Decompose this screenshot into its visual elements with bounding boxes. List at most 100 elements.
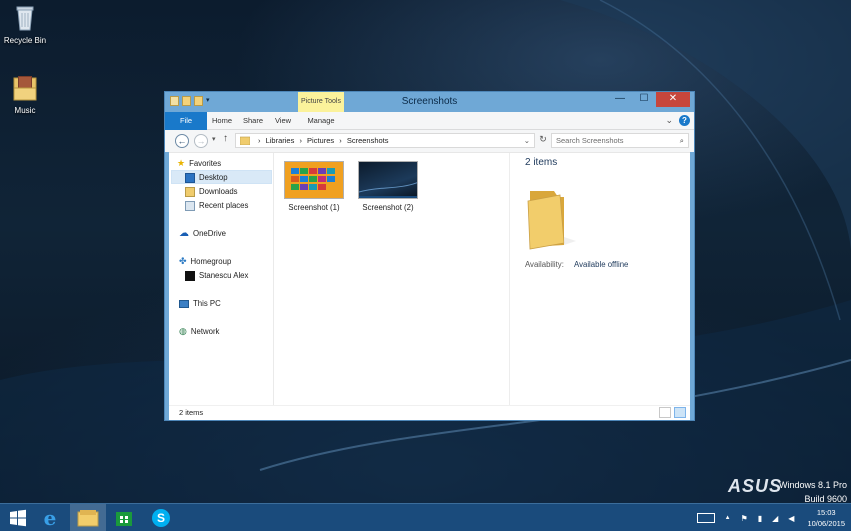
address-history-chevron-icon[interactable]: ⌄ <box>524 134 530 147</box>
nav-label: Network <box>190 327 220 336</box>
user-avatar <box>185 270 195 281</box>
nav-onedrive[interactable]: ☁ OneDrive <box>179 227 226 240</box>
file-item[interactable]: Screenshot (1) <box>283 161 345 212</box>
availability-label: Availability: <box>525 260 564 269</box>
view-toggle <box>659 407 686 418</box>
nav-downloads[interactable]: Downloads <box>185 185 238 198</box>
file-explorer-icon <box>77 510 99 527</box>
asus-logo: ASUS <box>728 476 783 496</box>
file-name: Screenshot (1) <box>288 203 340 212</box>
battery-icon[interactable]: ▮ <box>758 514 762 523</box>
recent-places-icon <box>185 200 195 211</box>
ribbon-right-controls: ⌄ ? <box>665 115 690 126</box>
clock-date: 10/06/2015 <box>807 519 845 528</box>
breadcrumb-separator: › <box>339 136 342 145</box>
taskbar-store[interactable] <box>106 504 142 531</box>
title-bar[interactable]: ▾ Picture Tools Screenshots — ☐ ✕ <box>165 92 694 112</box>
desktop-icon-recycle-bin[interactable]: Recycle Bin <box>0 2 55 45</box>
status-bar: 2 items <box>169 405 690 420</box>
nav-favorites[interactable]: ★ Favorites <box>177 157 221 170</box>
minimize-button[interactable]: — <box>608 92 632 107</box>
details-pane: 2 items Availability: Available offline <box>509 153 690 405</box>
search-icon[interactable]: ⌕ <box>680 134 684 147</box>
nav-this-pc[interactable]: This PC <box>179 297 221 310</box>
content-area: ★ Favorites Desktop Downloads Recent pla… <box>169 152 690 405</box>
breadcrumb-libraries[interactable]: Libraries <box>266 136 295 145</box>
maximize-button[interactable]: ☐ <box>632 92 656 107</box>
breadcrumb-pictures[interactable]: Pictures <box>307 136 334 145</box>
keyboard-icon[interactable] <box>696 513 715 523</box>
nav-label: Stanescu Alex <box>199 271 249 280</box>
taskbar-skype[interactable]: S <box>143 504 179 531</box>
skype-icon: S <box>152 509 170 527</box>
recent-locations-icon[interactable]: ▾ <box>212 135 216 143</box>
help-icon[interactable]: ? <box>679 115 690 126</box>
recycle-bin-icon <box>16 6 34 31</box>
system-tray: ▲ ⚑ ▮ ◢ ◀ 15:03 10/06/2015 <box>692 504 851 531</box>
taskbar: e S ▲ ⚑ ▮ ◢ ◀ 15:03 10/06/2015 <box>0 503 851 531</box>
music-folder-icon <box>13 76 37 101</box>
network-icon: ◍ <box>179 326 187 336</box>
details-view-button[interactable] <box>659 407 671 418</box>
desktop-icon-music[interactable]: Music <box>0 72 55 115</box>
back-button[interactable]: ← <box>175 134 189 148</box>
desktop-icon <box>185 172 195 183</box>
nav-recent-places[interactable]: Recent places <box>185 199 248 212</box>
tab-home[interactable]: Home <box>209 112 235 130</box>
computer-icon <box>179 299 189 308</box>
availability-row: Availability: Available offline <box>525 260 628 269</box>
search-placeholder: Search Screenshots <box>556 136 624 145</box>
star-icon: ★ <box>177 158 186 168</box>
thumbnail-start-screen <box>284 161 344 199</box>
start-button[interactable] <box>0 504 36 531</box>
tab-view[interactable]: View <box>271 112 295 130</box>
taskbar-internet-explorer[interactable]: e <box>32 504 68 531</box>
taskbar-file-explorer[interactable] <box>70 504 106 531</box>
file-item[interactable]: Screenshot (2) <box>357 161 419 212</box>
desktop-icon-label: Music <box>14 106 36 115</box>
expand-ribbon-icon[interactable]: ⌄ <box>665 115 673 126</box>
large-folder-icon <box>527 191 576 250</box>
tab-manage[interactable]: Manage <box>305 112 337 130</box>
windows-logo-icon <box>10 509 26 527</box>
large-icons-view-button[interactable] <box>674 407 686 418</box>
close-button[interactable]: ✕ <box>656 92 690 107</box>
nav-label: Downloads <box>199 187 238 196</box>
tab-share[interactable]: Share <box>239 112 267 130</box>
breadcrumb-screenshots[interactable]: Screenshots <box>347 136 389 145</box>
nav-label: Recent places <box>199 201 249 210</box>
os-name: Windows 8.1 Pro <box>778 480 847 490</box>
nav-network[interactable]: ◍ Network <box>179 325 219 338</box>
up-arrow-icon[interactable]: ↑ <box>223 133 228 144</box>
show-hidden-icons-button[interactable]: ▲ <box>725 515 731 521</box>
folder-icon <box>240 136 250 145</box>
nav-homegroup[interactable]: ✤ Homegroup <box>179 255 231 268</box>
status-item-count: 2 items <box>179 408 204 417</box>
cloud-icon: ☁ <box>179 228 189 239</box>
address-input[interactable]: › Libraries › Pictures › Screenshots ⌄ <box>235 133 535 148</box>
nav-label: Homegroup <box>190 257 232 266</box>
ribbon-tabs: File Home Share View Manage ⌄ ? <box>165 112 694 130</box>
nav-user[interactable]: Stanescu Alex <box>185 269 248 282</box>
search-input[interactable]: Search Screenshots ⌕ <box>551 133 689 148</box>
clock[interactable]: 15:03 10/06/2015 <box>807 507 845 529</box>
nav-desktop[interactable]: Desktop <box>185 171 228 184</box>
windows-version-watermark: Windows 8.1 Pro Build 9600 <box>779 478 847 503</box>
internet-explorer-icon: e <box>43 506 57 530</box>
breadcrumb-separator: › <box>299 136 302 145</box>
clock-time: 15:03 <box>816 508 836 517</box>
address-bar-row: ← → ▾ ↑ › Libraries › Pictures › Screens… <box>165 130 694 152</box>
breadcrumb-separator: › <box>258 136 261 145</box>
flag-icon[interactable]: ⚑ <box>741 514 748 523</box>
store-icon <box>116 512 132 526</box>
tab-file[interactable]: File <box>165 112 207 130</box>
navigation-pane: ★ Favorites Desktop Downloads Recent pla… <box>169 153 274 405</box>
nav-label: Favorites <box>189 159 222 168</box>
volume-icon[interactable]: ◀ <box>788 514 794 523</box>
nav-label: Desktop <box>199 173 228 182</box>
refresh-icon[interactable]: ↻ <box>537 134 549 148</box>
forward-button[interactable]: → <box>194 134 208 148</box>
nav-label: This PC <box>193 299 221 308</box>
thumbnail-desktop <box>358 161 418 199</box>
network-signal-icon[interactable]: ◢ <box>772 514 778 523</box>
